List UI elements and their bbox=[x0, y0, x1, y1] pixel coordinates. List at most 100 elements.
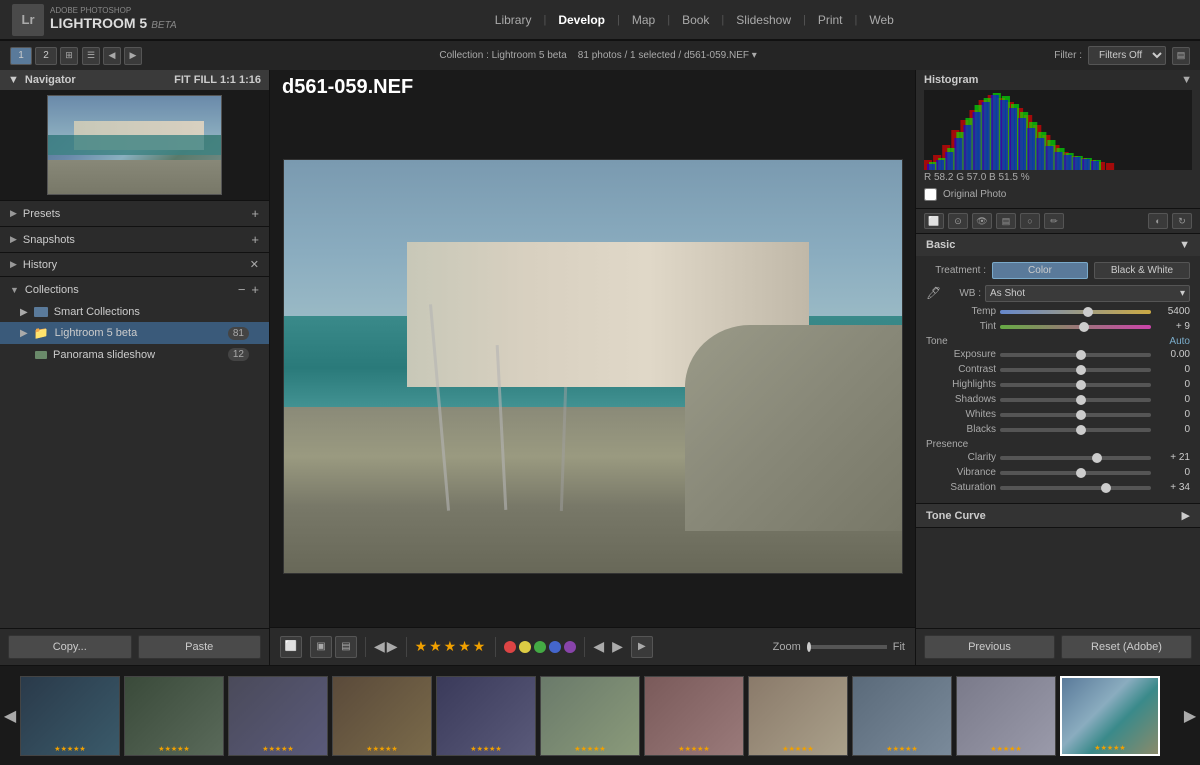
auto-btn[interactable]: Auto bbox=[1169, 336, 1190, 347]
collections-add-btn[interactable]: + bbox=[251, 282, 259, 297]
spot-removal-tool[interactable]: ⊙ bbox=[948, 213, 968, 229]
before-after-toggle[interactable]: ◐ bbox=[1148, 213, 1168, 229]
tint-slider[interactable] bbox=[1000, 325, 1151, 329]
graduated-filter-tool[interactable]: ▤ bbox=[996, 213, 1016, 229]
blacks-slider[interactable] bbox=[1000, 428, 1151, 432]
tone-curve-header[interactable]: Tone Curve ▶ bbox=[916, 504, 1200, 527]
collections-section: ▼ Collections − + ▶ Smart Collections ▶ … bbox=[0, 276, 269, 365]
collections-row[interactable]: ▼ Collections − + bbox=[0, 277, 269, 302]
yellow-label[interactable] bbox=[519, 641, 531, 653]
radial-filter-tool[interactable]: ○ bbox=[1020, 213, 1040, 229]
thumb-5[interactable]: ★★★★★ bbox=[436, 676, 536, 756]
previous-button[interactable]: Previous bbox=[924, 635, 1055, 659]
thumb-11[interactable]: ★★★★★ bbox=[1060, 676, 1160, 756]
prev-arrow[interactable]: ◀ bbox=[103, 47, 121, 65]
presets-add-btn[interactable]: + bbox=[251, 206, 259, 221]
histogram-header: Histogram ▼ bbox=[924, 74, 1192, 86]
lr5-beta-item[interactable]: ▶ 📁 Lightroom 5 beta 81 bbox=[0, 322, 269, 344]
blue-label[interactable] bbox=[549, 641, 561, 653]
red-label[interactable] bbox=[504, 641, 516, 653]
histogram-expand[interactable]: ▼ bbox=[1181, 74, 1192, 86]
tone-curve-section: Tone Curve ▶ bbox=[916, 504, 1200, 528]
adjustment-brush-tool[interactable]: ✏ bbox=[1044, 213, 1064, 229]
original-photo-checkbox[interactable] bbox=[924, 188, 937, 201]
fit-option-11[interactable]: 1:1 bbox=[220, 74, 236, 86]
star-rating[interactable]: ★★★★★ bbox=[415, 638, 488, 655]
nav-web[interactable]: Web bbox=[861, 13, 901, 27]
thumb-7[interactable]: ★★★★★ bbox=[644, 676, 744, 756]
thumb-1[interactable]: ★★★★★ bbox=[20, 676, 120, 756]
wb-value: As Shot bbox=[990, 288, 1025, 299]
nav-library[interactable]: Library bbox=[487, 13, 540, 27]
clarity-slider[interactable] bbox=[1000, 456, 1151, 460]
thumb-9[interactable]: ★★★★★ bbox=[852, 676, 952, 756]
highlights-slider[interactable] bbox=[1000, 383, 1151, 387]
play-slideshow[interactable]: ▶ bbox=[631, 636, 653, 658]
purple-label[interactable] bbox=[564, 641, 576, 653]
eyedropper-tool[interactable]: 🖊 bbox=[926, 286, 942, 302]
collections-remove-btn[interactable]: − bbox=[238, 282, 246, 297]
next-photo-arrow[interactable]: ▶ bbox=[387, 638, 398, 655]
crop-tool-right[interactable]: ⬜ bbox=[924, 213, 944, 229]
fit-option-116[interactable]: 1:16 bbox=[239, 74, 261, 86]
fit-option-fill[interactable]: FILL bbox=[194, 74, 217, 86]
filter-select[interactable]: Filters Off bbox=[1088, 46, 1166, 65]
green-label[interactable] bbox=[534, 641, 546, 653]
filter-settings-icon[interactable]: ▤ bbox=[1172, 47, 1190, 65]
thumb-6[interactable]: ★★★★★ bbox=[540, 676, 640, 756]
copy-button[interactable]: Copy... bbox=[8, 635, 132, 659]
navigator-header[interactable]: ▼ Navigator FIT FILL 1:1 1:16 bbox=[0, 70, 269, 90]
page-2-btn[interactable]: 2 bbox=[35, 47, 57, 65]
whites-slider[interactable] bbox=[1000, 413, 1151, 417]
thumb-10[interactable]: ★★★★★ bbox=[956, 676, 1056, 756]
wb-select[interactable]: As Shot ▾ bbox=[985, 285, 1190, 302]
history-clear-btn[interactable]: ✕ bbox=[250, 258, 259, 271]
snapshots-row[interactable]: ▶ Snapshots + bbox=[0, 227, 269, 252]
basic-header[interactable]: Basic ▼ bbox=[916, 234, 1200, 256]
channel-selector[interactable]: ▣ bbox=[310, 636, 332, 658]
panorama-slideshow-item[interactable]: Panorama slideshow 12 bbox=[0, 344, 269, 365]
exposure-slider[interactable] bbox=[1000, 353, 1151, 357]
grid-view-icon[interactable]: ⊞ bbox=[60, 47, 78, 65]
bw-btn[interactable]: Black & White bbox=[1094, 262, 1190, 279]
thumb-4[interactable]: ★★★★★ bbox=[332, 676, 432, 756]
nav-slideshow[interactable]: Slideshow bbox=[728, 13, 799, 27]
contrast-slider[interactable] bbox=[1000, 368, 1151, 372]
nav-book[interactable]: Book bbox=[674, 13, 717, 27]
thumb-2[interactable]: ★★★★★ bbox=[124, 676, 224, 756]
paste-button[interactable]: Paste bbox=[138, 635, 262, 659]
thumb-8[interactable]: ★★★★★ bbox=[748, 676, 848, 756]
histogram-tool[interactable]: ▤ bbox=[335, 636, 357, 658]
vibrance-slider[interactable] bbox=[1000, 471, 1151, 475]
zoom-slider[interactable] bbox=[807, 645, 887, 649]
histogram-canvas bbox=[924, 90, 1192, 170]
prev-nav[interactable]: ◀ bbox=[593, 638, 604, 655]
color-btn[interactable]: Color bbox=[992, 262, 1088, 279]
thumb-3[interactable]: ★★★★★ bbox=[228, 676, 328, 756]
sync-settings[interactable]: ↻ bbox=[1172, 213, 1192, 229]
nav-print[interactable]: Print bbox=[810, 13, 851, 27]
filmstrip-nav-left[interactable]: ◀ bbox=[0, 706, 20, 726]
fit-option-fit[interactable]: FIT bbox=[174, 74, 191, 86]
redeye-tool[interactable]: 👁 bbox=[972, 213, 992, 229]
snapshots-add-btn[interactable]: + bbox=[251, 232, 259, 247]
next-arrow[interactable]: ▶ bbox=[124, 47, 142, 65]
next-nav[interactable]: ▶ bbox=[612, 638, 623, 655]
saturation-slider[interactable] bbox=[1000, 486, 1151, 490]
smart-collections-item[interactable]: ▶ Smart Collections bbox=[0, 302, 269, 322]
page-1-btn[interactable]: 1 bbox=[10, 47, 32, 65]
vibrance-value: 0 bbox=[1155, 467, 1190, 478]
reset-button[interactable]: Reset (Adobe) bbox=[1061, 635, 1192, 659]
nav-links: Library | Develop | Map | Book | Slidesh… bbox=[189, 13, 1200, 27]
list-view-icon[interactable]: ☰ bbox=[82, 47, 100, 65]
shadows-slider[interactable] bbox=[1000, 398, 1151, 402]
nav-map[interactable]: Map bbox=[624, 13, 663, 27]
thumb-11-stars: ★★★★★ bbox=[1062, 744, 1158, 752]
filmstrip-nav-right[interactable]: ▶ bbox=[1180, 706, 1200, 726]
prev-photo-arrow[interactable]: ◀ bbox=[374, 638, 385, 655]
temp-slider[interactable] bbox=[1000, 310, 1151, 314]
nav-develop[interactable]: Develop bbox=[550, 13, 613, 27]
history-row[interactable]: ▶ History ✕ bbox=[0, 253, 269, 276]
crop-tool[interactable]: ⬜ bbox=[280, 636, 302, 658]
presets-row[interactable]: ▶ Presets + bbox=[0, 201, 269, 226]
